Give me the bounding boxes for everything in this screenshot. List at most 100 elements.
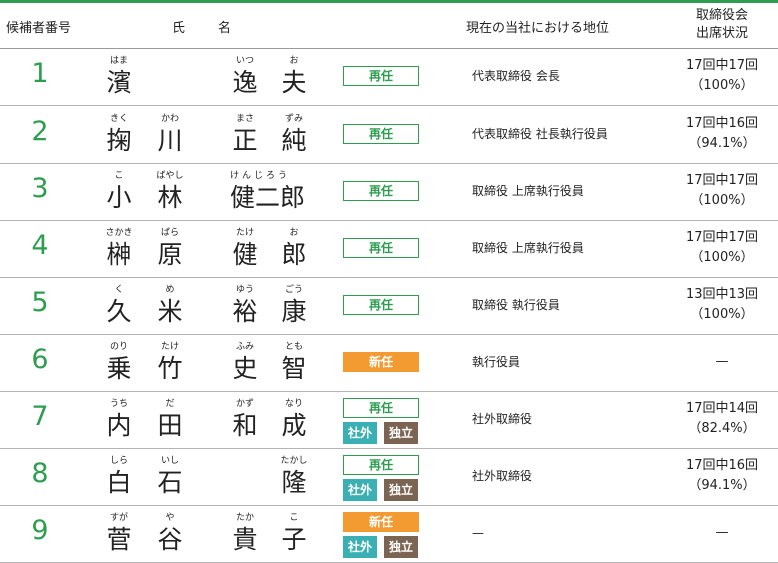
name-ruby: や [165, 513, 175, 523]
current-position: 代表取締役 社長執行役員 [472, 127, 608, 141]
name-kanji: 掬 [106, 126, 132, 155]
attendance-count: — [715, 354, 729, 369]
attendance: 13回中13回 （100%） [672, 285, 772, 325]
name-ruby: いし [160, 456, 179, 466]
name-kanji: 菅 [106, 525, 132, 554]
name-kanji: 小 [106, 183, 132, 212]
attendance: 17回中17回 （100%） [672, 171, 772, 211]
header-name-given: 名 [218, 21, 232, 36]
name-kanji: 谷 [157, 525, 183, 554]
attendance: 17回中14回 （82.4%） [672, 399, 772, 439]
name-ruby: すが [109, 513, 128, 523]
outside-director-badge: 社外 [343, 422, 377, 444]
name-kanji: 夫 [281, 68, 307, 97]
name-ruby: お [289, 228, 299, 238]
name-kanji: 乗 [106, 354, 132, 383]
attendance-rate: （94.1%） [688, 478, 756, 493]
name-kanji: 川 [157, 126, 183, 155]
name-kanji: 史 [232, 354, 258, 383]
name-ruby: こ [289, 513, 299, 523]
attendance-count: 17回中14回 [685, 401, 759, 416]
candidate-number: 1 [31, 58, 49, 89]
name-kanji: 榊 [106, 240, 132, 269]
reappointment-badge: 再任 [343, 66, 419, 86]
table-row: 8 白 しら石 いし隆 たかし 再任 社外 独立 社外取締役 17回中16回 （94.1%） [0, 448, 778, 506]
table-row: 9 菅 すが谷や貴 たか子こ 新任 社外 独立 — — [0, 505, 778, 563]
independent-badge: 独立 [384, 422, 418, 444]
reappointment-badge: 再任 [343, 295, 419, 315]
attendance: 17回中17回 （100%） [672, 228, 772, 268]
attendance-count: — [715, 525, 729, 540]
name-ruby: けんじろう [230, 171, 291, 181]
name-kanji: 田 [157, 411, 183, 440]
name-ruby: め [165, 285, 175, 295]
attendance-count: 17回中16回 [685, 116, 759, 131]
name-ruby: ばら [160, 228, 179, 238]
name-kanji: 康 [281, 297, 307, 326]
candidate-number: 4 [31, 230, 49, 261]
attendance-rate: （100%） [690, 78, 754, 93]
header-position: 現在の当社における地位 [466, 21, 610, 36]
name-ruby: かず [235, 399, 254, 409]
name-kanji: 和 [232, 411, 258, 440]
table-row: 5 久く米め裕 ゆう康 ごう再任 取締役 執行役員 13回中13回 （100%） [0, 277, 778, 335]
name-ruby: とも [284, 342, 303, 352]
name-ruby: まさ [235, 114, 254, 124]
name-kanji: 純 [281, 126, 307, 155]
name-ruby: ずみ [284, 114, 303, 124]
name-kanji: 竹 [157, 354, 183, 383]
candidate-table: 候補者番号 氏 名 現在の当社における地位 取締役会 出席状況 1 濱 はま逸 いつ夫… [0, 0, 778, 563]
independent-badge: 独立 [384, 536, 418, 558]
candidate-number: 3 [31, 173, 49, 204]
candidate-number: 5 [31, 287, 49, 318]
name-kanji: 成 [281, 411, 307, 440]
outside-director-badge: 社外 [343, 479, 377, 501]
name-kanji: 久 [106, 297, 132, 326]
attendance-rate: （100%） [690, 307, 754, 322]
reappointment-badge: 再任 [343, 398, 419, 418]
name-kanji: 裕 [232, 297, 258, 326]
current-position: 取締役 執行役員 [472, 298, 560, 312]
table-row: 6 乗 のり竹 たけ史 ふみ智 とも 新任 執行役員 — [0, 334, 778, 392]
table-row: 2 掬 きく川 かわ正 まさ純 ずみ 再任 代表取締役 社長執行役員 17回中16回 （94.1%… [0, 106, 778, 164]
name-ruby: ばやし [156, 171, 184, 181]
name-ruby: たけ [160, 342, 179, 352]
new-appointment-badge: 新任 [343, 512, 419, 532]
table-row: 4 榊 さかき原 ばら健 たけ郎お再任 取締役 上席執行役員 17回中17回 （100%） [0, 220, 778, 278]
candidate-number: 7 [31, 401, 49, 432]
table-row: 1 濱 はま逸 いつ夫お再任 代表取締役 会長 17回中17回 （100%） [0, 48, 778, 106]
name-ruby: く [114, 285, 124, 295]
header-name-surname: 氏 [172, 21, 186, 36]
name-ruby: こ [114, 171, 124, 181]
current-position: 取締役 上席執行役員 [472, 184, 584, 198]
name-kanji: 健二郎 [230, 183, 306, 212]
candidate-number: 6 [31, 344, 49, 375]
name-kanji: 白 [106, 468, 132, 497]
name-ruby: ゆう [235, 285, 254, 295]
current-position: 執行役員 [472, 355, 521, 369]
name-kanji: 逸 [232, 68, 258, 97]
name-kanji: 貴 [232, 525, 258, 554]
name-ruby: だ [165, 399, 175, 409]
attendance: — [672, 523, 772, 543]
name-ruby: ごう [284, 285, 303, 295]
attendance-count: 17回中17回 [685, 58, 759, 73]
name-kanji: 郎 [281, 240, 307, 269]
name-ruby: うち [109, 399, 128, 409]
table-header: 候補者番号 氏 名 現在の当社における地位 取締役会 出席状況 [0, 3, 778, 49]
reappointment-badge: 再任 [343, 455, 419, 475]
reappointment-badge: 再任 [343, 181, 419, 201]
attendance-rate: （100%） [690, 193, 754, 208]
name-ruby: さかき [105, 228, 133, 238]
attendance: 17回中17回 （100%） [672, 56, 772, 96]
name-kanji: 林 [157, 183, 183, 212]
header-attendance-line1: 取締役会 [695, 8, 748, 23]
header-attendance: 取締役会 出席状況 [672, 7, 772, 43]
candidate-number: 8 [31, 458, 49, 489]
name-kanji: 米 [157, 297, 183, 326]
attendance-rate: （82.4%） [688, 421, 756, 436]
independent-badge: 独立 [384, 479, 418, 501]
name-kanji: 濱 [106, 68, 132, 97]
attendance-count: 13回中13回 [685, 287, 759, 302]
name-ruby: たか [235, 513, 254, 523]
